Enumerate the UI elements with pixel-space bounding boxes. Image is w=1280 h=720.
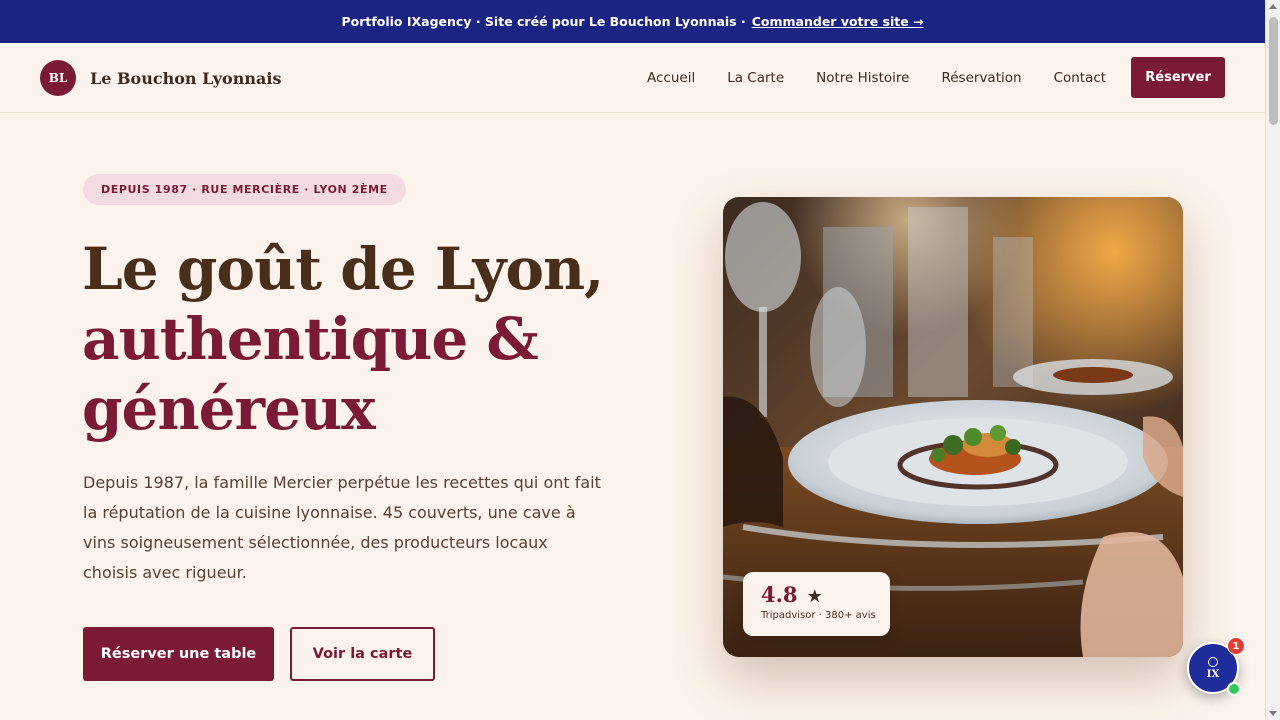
hero-tag: DEPUIS 1987 · RUE MERCIÈRE · LYON 2ÈME — [83, 174, 406, 205]
reserve-button[interactable]: Réserver — [1131, 57, 1225, 98]
rating-source: Tripadvisor · 380+ avis — [761, 610, 876, 621]
chat-notification-badge: 1 — [1227, 637, 1245, 655]
chat-label: IX — [1206, 668, 1220, 680]
logo[interactable]: BL Le Bouchon Lyonnais — [40, 60, 281, 96]
banner-text: Portfolio IXagency · Site créé pour Le B… — [341, 14, 746, 29]
scrollbar[interactable] — [1265, 0, 1280, 720]
main-nav: BL Le Bouchon Lyonnais Accueil La Carte … — [0, 43, 1265, 113]
hero-description: Depuis 1987, la famille Mercier perpétue… — [83, 473, 601, 582]
scroll-down-icon[interactable] — [1269, 711, 1277, 716]
rating-card: 4.8 ★ Tripadvisor · 380+ avis — [743, 572, 890, 636]
logo-name: Le Bouchon Lyonnais — [90, 68, 282, 88]
headline-line-1: Le goût de Lyon, — [82, 235, 604, 303]
book-table-button[interactable]: Réserver une table — [83, 627, 274, 681]
logo-badge: BL — [40, 60, 76, 96]
scrollbar-thumb[interactable] — [1269, 17, 1278, 125]
headline-line-2: authentique & — [82, 305, 539, 373]
view-menu-button[interactable]: Voir la carte — [290, 627, 435, 681]
nav-link-la-carte[interactable]: La Carte — [727, 70, 784, 86]
nav-link-accueil[interactable]: Accueil — [647, 70, 695, 86]
online-status-icon — [1227, 682, 1241, 696]
chat-icon — [1208, 656, 1218, 667]
rating-score: 4.8 — [761, 582, 798, 607]
nav-link-reservation[interactable]: Réservation — [941, 70, 1021, 86]
banner-order-link[interactable]: Commander votre site → — [752, 14, 924, 29]
scroll-up-icon[interactable] — [1269, 4, 1277, 9]
promo-banner: Portfolio IXagency · Site créé pour Le B… — [0, 0, 1265, 43]
nav-link-notre-histoire[interactable]: Notre Histoire — [816, 70, 909, 86]
hero-headline: Le goût de Lyon, authentique & généreux — [82, 234, 604, 444]
headline-line-3: généreux — [82, 375, 376, 443]
star-icon: ★ — [806, 586, 823, 607]
nav-links: Accueil La Carte Notre Histoire Réservat… — [647, 43, 1138, 113]
nav-link-contact[interactable]: Contact — [1054, 70, 1107, 86]
